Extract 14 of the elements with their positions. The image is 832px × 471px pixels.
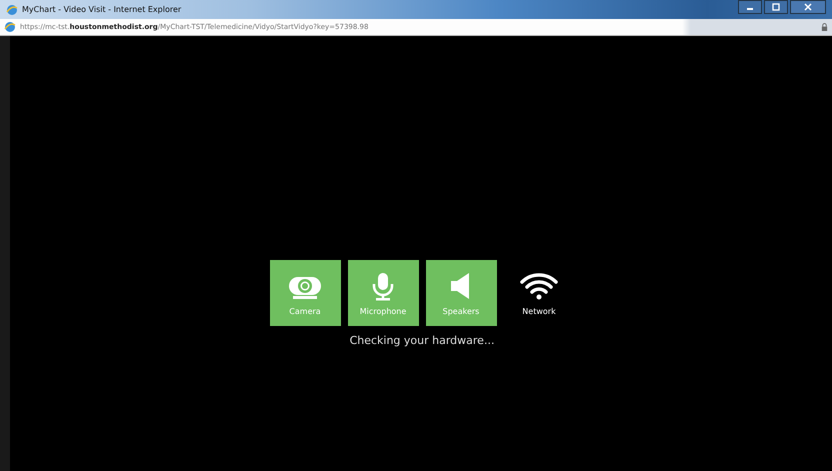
minimize-button[interactable] — [738, 0, 762, 14]
browser-logo-icon — [6, 4, 18, 16]
tile-label: Microphone — [360, 306, 406, 316]
maximize-button[interactable] — [764, 0, 788, 14]
maximize-icon — [772, 3, 780, 11]
tile-label: Camera — [289, 306, 321, 316]
close-icon — [804, 3, 812, 11]
tile-label: Speakers — [442, 306, 480, 316]
browser-logo-icon — [4, 21, 16, 33]
window-title: MyChart - Video Visit - Internet Explorer — [22, 5, 182, 14]
status-message: Checking your hardware... — [350, 334, 494, 347]
close-button[interactable] — [790, 0, 826, 14]
tile-label: Network — [522, 306, 556, 316]
lock-icon — [821, 22, 828, 32]
